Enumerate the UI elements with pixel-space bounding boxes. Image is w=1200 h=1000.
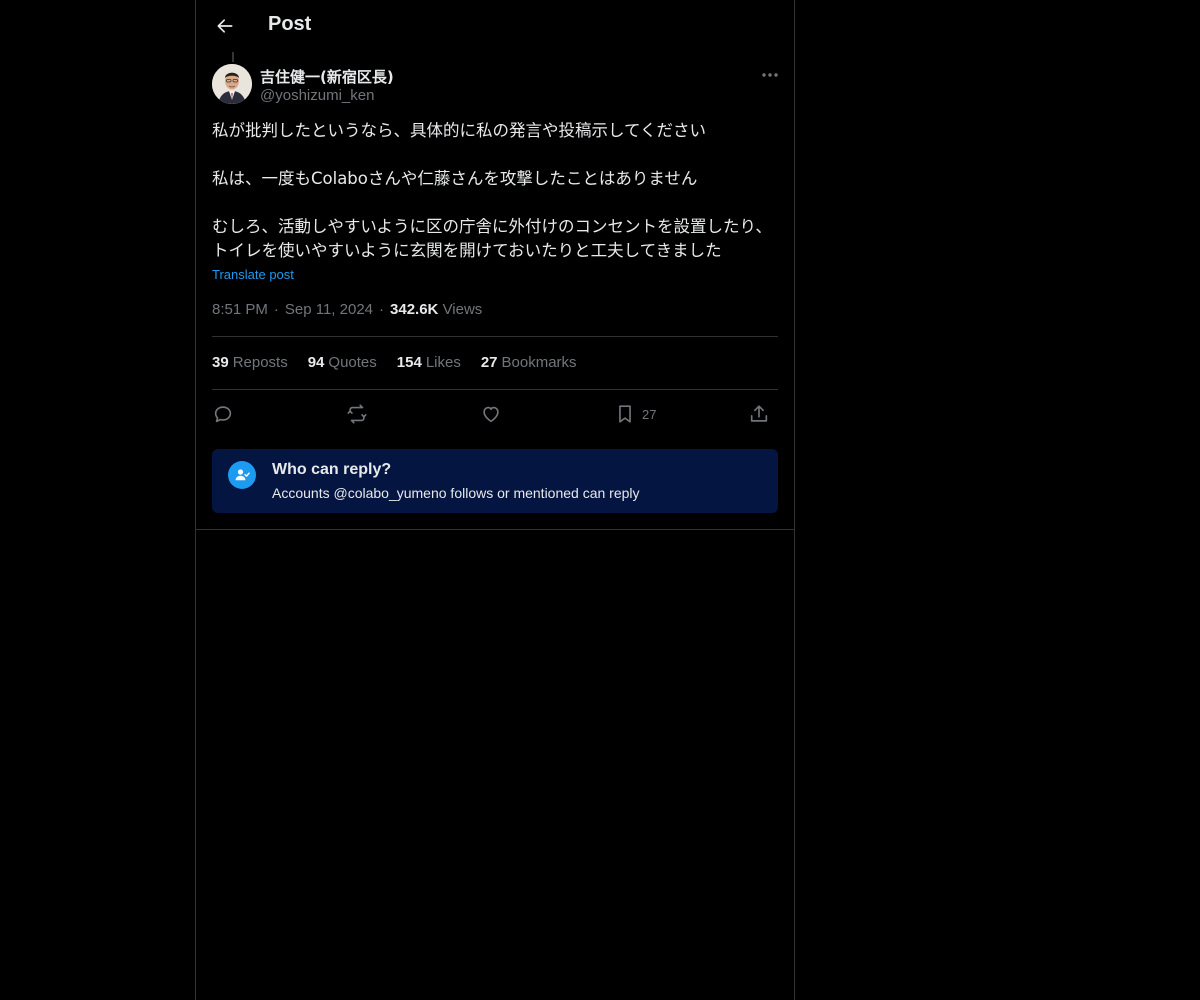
avatar-image (212, 64, 252, 104)
author-avatar[interactable] (212, 64, 252, 104)
page-header: Post (196, 0, 794, 54)
back-button[interactable] (208, 9, 242, 43)
reply-icon (214, 406, 232, 423)
post-text: 私が批判したというなら、具体的に私の発言や投稿示してください 私は、一度もCol… (212, 119, 780, 263)
arrow-left-icon (217, 19, 233, 33)
reply-restriction-notice: Who can reply? Accounts @colabo_yumeno f… (212, 449, 778, 513)
likes-label: Likes (425, 354, 461, 371)
action-bar: 27 (212, 400, 778, 428)
reposts-label: Reposts (232, 354, 288, 371)
post-detail: Post 吉住健一(新宿区長) @yoshizumi_ken 私が批判したという… (196, 0, 794, 530)
translate-post-link[interactable]: Translate post (212, 267, 294, 282)
author-name[interactable]: 吉住健一(新宿区長) (260, 66, 394, 87)
more-options-button[interactable] (758, 64, 782, 86)
bookmark-button[interactable]: 27 (614, 400, 656, 428)
reply-button[interactable] (212, 400, 234, 428)
likes-stat[interactable]: 154 Likes (397, 354, 461, 371)
post-paragraph: 私が批判したというなら、具体的に私の発言や投稿示してください (212, 121, 707, 140)
post-paragraph: むしろ、活動しやすいように区の庁舎に外付けのコンセントを設置したり、トイレを使い… (212, 217, 772, 260)
engagement-stats: 39 Reposts 94 Quotes 154 Likes 27 Bookmarks (212, 354, 577, 371)
meta-separator: · (273, 301, 279, 318)
bookmark-icon (619, 405, 631, 423)
views-label: Views (442, 301, 483, 318)
quotes-count: 94 (307, 354, 325, 371)
quotes-label: Quotes (328, 354, 377, 371)
page-title: Post (268, 13, 312, 35)
reposts-stat[interactable]: 39 Reposts (212, 354, 288, 371)
user-check-icon (228, 461, 256, 489)
more-horizontal-icon (762, 73, 778, 77)
thread-connector (232, 52, 234, 62)
post-metadata: 8:51 PM · Sep 11, 2024 · 342.6K Views (212, 301, 482, 318)
share-button[interactable] (748, 400, 770, 428)
views-count: 342.6K (390, 301, 439, 318)
divider (212, 336, 778, 337)
reply-restriction-title: Who can reply? (272, 461, 392, 478)
like-button[interactable] (480, 400, 502, 428)
post-date[interactable]: Sep 11, 2024 (285, 301, 373, 318)
reposts-count: 39 (212, 354, 229, 371)
bookmark-count: 27 (642, 406, 657, 422)
bookmarks-label: Bookmarks (501, 354, 577, 371)
divider (212, 389, 778, 390)
bookmarks-stat[interactable]: 27 Bookmarks (481, 354, 577, 371)
share-icon (750, 405, 768, 422)
meta-separator: · (379, 301, 385, 318)
heart-icon (483, 406, 499, 423)
bookmarks-count: 27 (480, 354, 498, 371)
main-column: Post 吉住健一(新宿区長) @yoshizumi_ken 私が批判したという… (195, 0, 795, 1000)
likes-count: 154 (396, 354, 422, 371)
post-paragraph: 私は、一度もColaboさんや仁藤さんを攻撃したことはありません (212, 169, 698, 188)
repost-icon (347, 404, 367, 424)
post-time[interactable]: 8:51 PM (212, 301, 268, 318)
author-handle[interactable]: @yoshizumi_ken (260, 87, 374, 104)
repost-button[interactable] (346, 400, 368, 428)
quotes-stat[interactable]: 94 Quotes (308, 354, 377, 371)
reply-restriction-description: Accounts @colabo_yumeno follows or menti… (272, 485, 640, 501)
